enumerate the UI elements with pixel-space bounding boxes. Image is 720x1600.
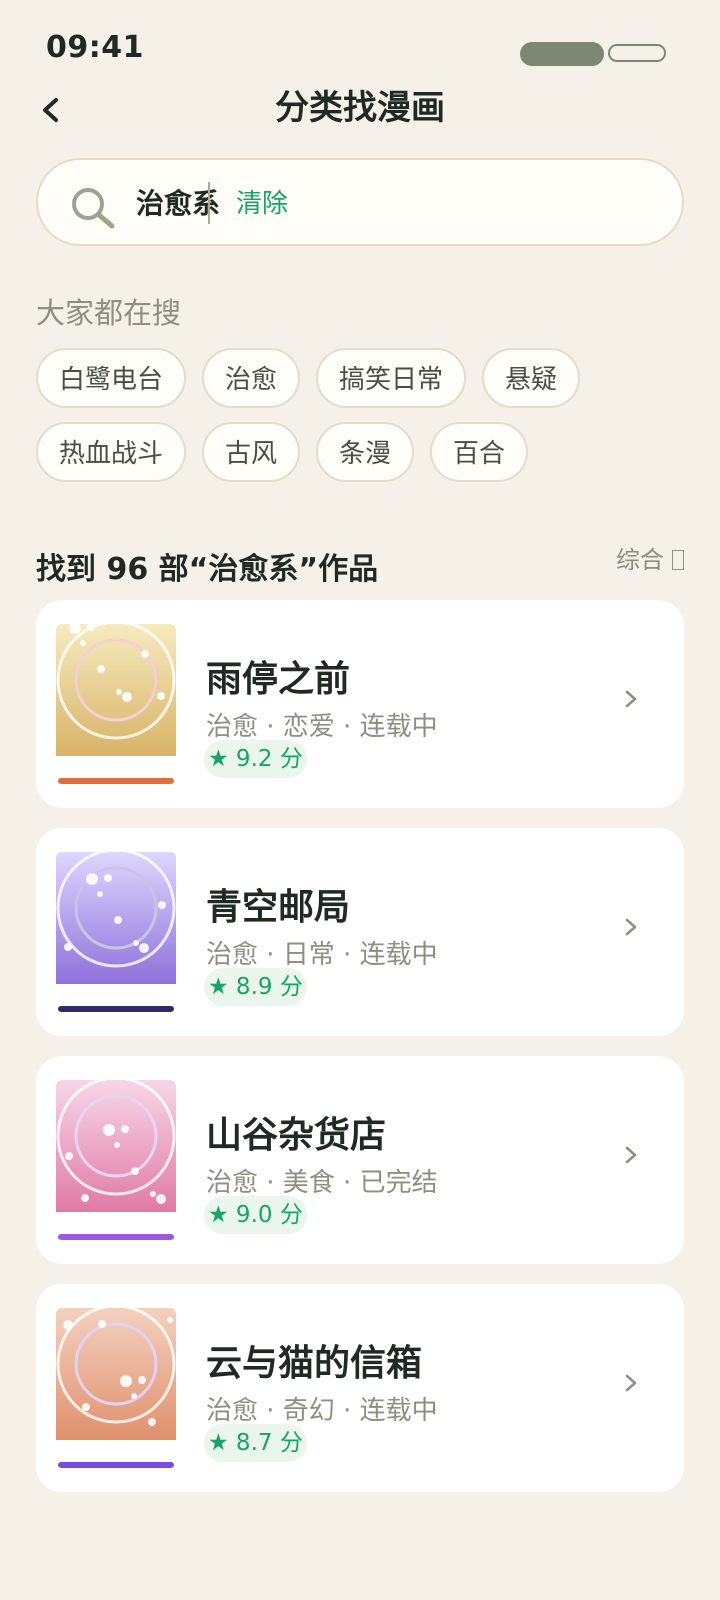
comic-title: 云与猫的信箱 (206, 1343, 423, 1384)
page-title: 分类找漫画 (275, 88, 445, 128)
chevron-right-icon (625, 1374, 637, 1392)
chevron-right-icon (625, 690, 637, 708)
result-card[interactable]: 山谷杂货店 治愈 · 美食 · 已完结 ★ 9.0 分 (36, 1056, 684, 1264)
comic-tags: 治愈 · 奇幻 · 连载中 (206, 1396, 438, 1426)
comic-title: 山谷杂货店 (206, 1115, 387, 1156)
comic-tags: 治愈 · 日常 · 连载中 (206, 940, 438, 970)
search-icon (72, 188, 115, 229)
chip-6[interactable]: 条漫 (316, 422, 414, 482)
comic-cover (56, 1080, 176, 1240)
text-caret (208, 182, 210, 224)
comic-cover (56, 852, 176, 1012)
comic-title: 雨停之前 (206, 659, 351, 700)
rating-badge: ★ 8.7 分 (204, 1424, 307, 1462)
chevron-right-icon (625, 918, 637, 936)
search-bar[interactable]: 治愈系 清除 (36, 158, 684, 246)
result-card[interactable]: 雨停之前 治愈 · 恋爱 · 连载中 ★ 9.2 分 (36, 600, 684, 808)
status-indicator-filled (520, 42, 604, 66)
status-bar: 09:41 (0, 0, 720, 80)
sort-label: 综合 (616, 546, 664, 574)
clear-button[interactable]: 清除 (236, 184, 288, 224)
result-card[interactable]: 青空邮局 治愈 · 日常 · 连载中 ★ 8.9 分 (36, 828, 684, 1036)
status-indicator-outline (608, 44, 666, 62)
chip-7[interactable]: 百合 (430, 422, 528, 482)
rating-badge: ★ 8.9 分 (204, 968, 307, 1006)
chip-0[interactable]: 白鹭电台 (36, 348, 186, 408)
header: 分类找漫画 (0, 76, 720, 136)
chip-1[interactable]: 治愈 (202, 348, 300, 408)
sort-icon (672, 550, 684, 570)
hot-search-title: 大家都在搜 (36, 296, 182, 330)
chip-3[interactable]: 悬疑 (482, 348, 580, 408)
result-card[interactable]: 云与猫的信箱 治愈 · 奇幻 · 连载中 ★ 8.7 分 (36, 1284, 684, 1492)
comic-tags: 治愈 · 恋爱 · 连载中 (206, 712, 438, 742)
comic-cover (56, 1308, 176, 1468)
comic-tags: 治愈 · 美食 · 已完结 (206, 1168, 438, 1198)
chip-4[interactable]: 热血战斗 (36, 422, 186, 482)
comic-title: 青空邮局 (206, 887, 351, 928)
results-summary: 找到 96 部“治愈系”作品 (36, 552, 379, 587)
chip-2[interactable]: 搞笑日常 (316, 348, 466, 408)
rating-badge: ★ 9.2 分 (204, 740, 307, 778)
chip-5[interactable]: 古风 (202, 422, 300, 482)
sort-button[interactable]: 综合 (616, 540, 684, 575)
comic-cover (56, 624, 176, 784)
rating-badge: ★ 9.0 分 (204, 1196, 307, 1234)
status-time: 09:41 (46, 30, 144, 65)
chevron-right-icon (625, 1146, 637, 1164)
